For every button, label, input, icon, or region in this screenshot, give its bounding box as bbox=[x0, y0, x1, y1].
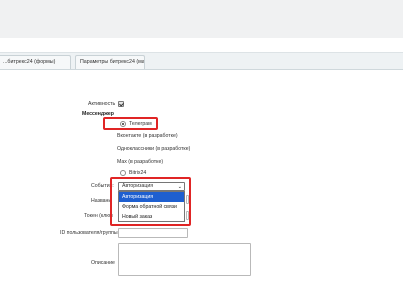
description-textarea[interactable] bbox=[118, 243, 251, 276]
active-label: Активность bbox=[88, 101, 116, 107]
radio-telegram[interactable] bbox=[120, 121, 126, 127]
user-id-label: ID пользователя/группы bbox=[60, 230, 118, 236]
user-id-input[interactable] bbox=[118, 228, 188, 238]
top-toolbar bbox=[0, 0, 403, 38]
active-checkbox[interactable] bbox=[118, 101, 124, 107]
radio-bitrix24[interactable] bbox=[120, 170, 126, 176]
description-label: Описание bbox=[91, 260, 115, 266]
name-label: Названи bbox=[91, 198, 112, 204]
radio-bitrix24-label: Bitrix24 bbox=[129, 170, 147, 176]
tab-bitrix24-forms[interactable]: ...битрекс24 (формы) bbox=[0, 55, 71, 69]
event-highlight bbox=[110, 177, 191, 226]
radio-max-label: Max (в разработке) bbox=[117, 159, 164, 165]
radio-ok-label: Одноклассники (в разработке) bbox=[117, 146, 191, 152]
token-label: Токен (ключ bbox=[84, 213, 113, 219]
radio-telegram-label: Телеграм bbox=[129, 121, 152, 127]
radio-vk-label: Вконтакте (в разработке) bbox=[117, 133, 178, 139]
tab-bitrix24-shop[interactable]: Параметры битрекс24 (магазин) bbox=[75, 55, 145, 69]
